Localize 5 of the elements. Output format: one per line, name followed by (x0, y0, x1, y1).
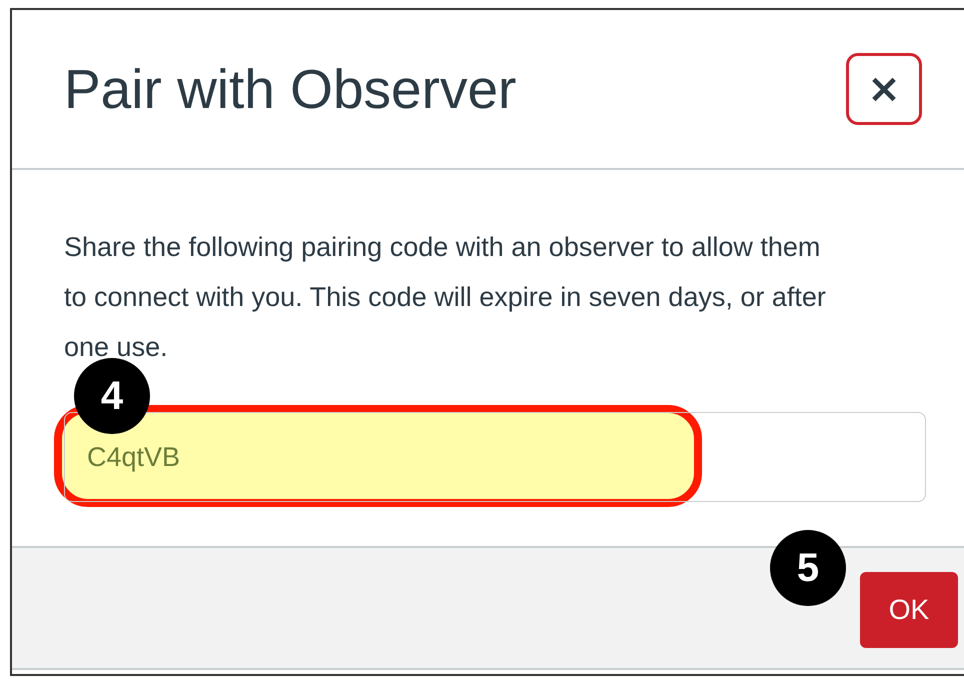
pairing-code-field[interactable]: C4qtVB (64, 412, 926, 502)
dialog-title: Pair with Observer (64, 57, 516, 121)
close-button[interactable]: × (846, 53, 922, 125)
ok-button[interactable]: OK (860, 572, 958, 648)
callout-badge: 4 (74, 358, 150, 434)
